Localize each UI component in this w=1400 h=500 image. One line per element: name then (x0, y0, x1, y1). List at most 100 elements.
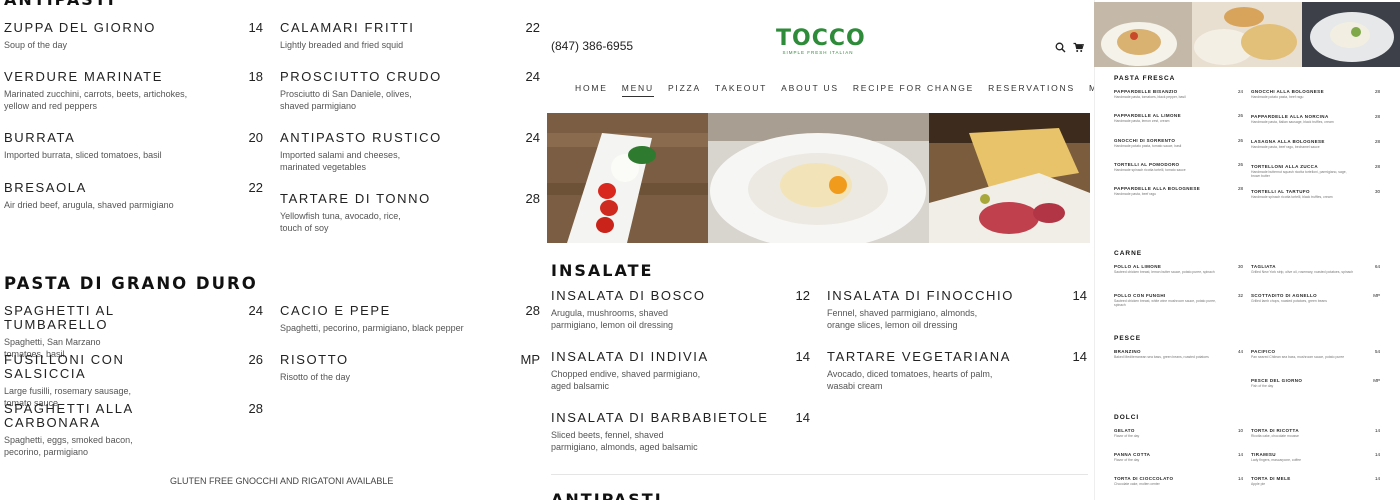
menu-item-name: PROSCIUTTO CRUDO (280, 69, 442, 84)
preview-item-description: Apple pie (1251, 482, 1266, 486)
menu-item[interactable]: ANTIPASTO RUSTICO Imported salami and che… (280, 130, 540, 173)
menu-item-name: CACIO E PEPE (280, 303, 391, 318)
preview-item-description: Handmade spinach ricotta tortelli, black… (1251, 195, 1333, 199)
menu-item-name: ZUPPA DEL GIORNO (4, 20, 157, 35)
preview-item-name: PANNA COTTA (1114, 452, 1151, 457)
preview-item-description: Grilled New York strip, olive oil, rosem… (1251, 270, 1354, 274)
menu-item-name: VERDURE MARINATE (4, 69, 163, 84)
preview-menu-item: TORTA DI CIOCCOLATO Chocolate cake, molte… (1114, 476, 1243, 486)
menu-item[interactable]: ZUPPA DEL GIORNO Soup of the day 14 (4, 20, 263, 51)
menu-item-price: 26 (248, 352, 263, 367)
preview-item-name: GNOCCHI DI SORRENTO (1114, 138, 1176, 143)
main-nav: HOME MENU PIZZA TAKEOUT ABOUT US RECIPE FOR C… (575, 78, 1146, 97)
preview-item-description: Handmade potato pasta, tomato sauce, bas… (1114, 144, 1182, 148)
menu-item-price: 28 (525, 191, 540, 206)
preview-item-name: TAGLIATA (1251, 264, 1276, 269)
menu-item[interactable]: INSALATA DI FINOCCHIO Fennel, shaved parm… (827, 288, 1087, 331)
menu-item-name: ANTIPASTO RUSTICO (280, 130, 442, 145)
menu-item-price: 14 (795, 410, 810, 425)
menu-item-price: 28 (248, 401, 263, 416)
preview-menu-item: TORTELLONI ALLA ZUCCA Handmade butternut … (1251, 164, 1380, 178)
menu-item[interactable]: INSALATA DI INDIVIA Chopped endive, shave… (551, 349, 810, 392)
menu-item-name: TARTARE DI TONNO (280, 191, 431, 206)
nav-about-us[interactable]: ABOUT US (781, 83, 839, 93)
menu-item-description: Prosciutto di San Daniele, olives, shave… (280, 89, 412, 111)
preview-item-description: Pan seared Chilean sea bass, mushroom sa… (1251, 355, 1345, 359)
menu-item[interactable]: INSALATA DI BOSCO Arugula, mushrooms, sha… (551, 288, 810, 331)
menu-item[interactable]: CALAMARI FRITTI Lightly breaded and fried… (280, 20, 540, 51)
preview-item-name: PAPPARDELLE ALLA NORCINA (1251, 114, 1329, 119)
preview-menu-item: PAPPARDELLE ALLA NORCINA Handmade pasta, … (1251, 114, 1380, 124)
preview-menu-item: GELATO Flavor of the day 10 (1114, 428, 1243, 438)
preview-item-price: 32 (1237, 293, 1243, 298)
nav-pizza[interactable]: PIZZA (668, 83, 701, 93)
preview-item-price: 64 (1374, 264, 1380, 269)
menu-item-description: Lightly breaded and fried squid (280, 40, 404, 50)
menu-item[interactable]: BURRATA Imported burrata, sliced tomatoes… (4, 130, 263, 161)
preview-item-name: BRANZINO (1114, 349, 1141, 354)
preview-item-price: 54 (1374, 349, 1380, 354)
menu-item-price: 28 (525, 303, 540, 318)
menu-item-description: Risotto of the day (280, 372, 351, 382)
menu-item-price: 24 (525, 130, 540, 145)
preview-item-name: POLLO AL LIMONE (1114, 264, 1162, 269)
preview-item-name: POLLO CON FUNGHI (1114, 293, 1166, 298)
menu-item[interactable]: CACIO E PEPE Spaghetti, pecorino, parmigi… (280, 303, 540, 334)
nav-recipe-for-change[interactable]: RECIPE FOR CHANGE (853, 83, 974, 93)
menu-item[interactable]: TARTARE VEGETARIANA Avocado, diced tomato… (827, 349, 1087, 392)
menu-item[interactable]: VERDURE MARINATE Marinated zucchini, carr… (4, 69, 263, 112)
pasta-photo (708, 113, 929, 243)
menu-preview-photos (1094, 2, 1400, 67)
logo[interactable]: TOCCO SIMPLE FRESH ITALIAN (776, 28, 865, 56)
menu-item[interactable]: RISOTTO Risotto of the day MP (280, 352, 540, 383)
menu-item-name: INSALATA DI BARBABIETOLE (551, 410, 769, 425)
preview-item-description: Grilled lamb chops, roasted potatoes, gr… (1251, 299, 1327, 303)
preview-item-name: PESCE DEL GIORNO (1251, 378, 1303, 383)
preview-item-description: Handmade pasta, beef ragu, bechamel sauc… (1251, 145, 1320, 149)
preview-item-price: 14 (1237, 476, 1243, 481)
preview-item-description: Handmade pasta, beef ragu (1114, 192, 1157, 196)
cart-icon[interactable] (1073, 40, 1085, 58)
preview-menu-item: GNOCCHI DI SORRENTO Handmade potato pasta… (1114, 138, 1243, 148)
menu-item-price: 14 (1072, 349, 1087, 364)
menu-item-price: 22 (525, 20, 540, 35)
nav-reservations[interactable]: RESERVATIONS (988, 83, 1075, 93)
nav-home[interactable]: HOME (575, 83, 608, 93)
menu-item-description: Sliced beets, fennel, shaved parmigiano,… (551, 430, 698, 452)
preview-item-name: PAPPARDELLE BISANZIO (1114, 89, 1178, 94)
preview-item-name: PAPPARDELLE AL LIMONE (1114, 113, 1181, 118)
preview-menu-item: PANNA COTTA Flavor of the day 14 (1114, 452, 1243, 462)
menu-item[interactable]: BRESAOLA Air dried beef, arugula, shaved … (4, 180, 263, 211)
preview-item-price: 28 (1374, 164, 1380, 169)
preview-item-price: 30 (1237, 264, 1243, 269)
caprese-photo (547, 113, 708, 243)
preview-item-price: 30 (1374, 189, 1380, 194)
menu-item[interactable]: INSALATA DI BARBABIETOLE Sliced beets, fe… (551, 410, 810, 453)
preview-menu-item: SCOTTADITO DI AGNELLO Grilled lamb chops,… (1251, 293, 1380, 303)
preview-item-description: Fish of the day (1251, 384, 1274, 388)
menu-item-price: 24 (525, 69, 540, 84)
preview-item-description: Handmade pasta, tomatoes, black pepper, … (1114, 95, 1186, 99)
preview-item-price: 26 (1237, 138, 1243, 143)
preview-item-price: 14 (1374, 476, 1380, 481)
phone-number[interactable]: (847) 386-6955 (551, 39, 633, 53)
menu-item-description: Fennel, shaved parmigiano, almonds, oran… (827, 308, 978, 330)
nav-menu[interactable]: MENU (621, 83, 654, 97)
section-title-pasta-fresca: PASTA FRESCA (1114, 75, 1176, 82)
preview-menu-item: PAPPARDELLE BISANZIO Handmade pasta, toma… (1114, 89, 1243, 99)
preview-menu-item: TIRAMISU Lady fingers, mascarpone, coffee… (1251, 452, 1380, 462)
preview-item-description: Baked Mediterranean sea bass, green bean… (1114, 355, 1209, 359)
section-title-pasta: PASTA DI GRANO DURO (4, 274, 258, 293)
search-icon[interactable] (1055, 40, 1066, 58)
preview-item-description: Handmade pasta, lemon zest, cream (1114, 119, 1170, 123)
menu-item[interactable]: TARTARE DI TONNO Yellowfish tuna, avocado… (280, 191, 540, 234)
menu-item-name: CALAMARI FRITTI (280, 20, 415, 35)
menu-item[interactable]: PROSCIUTTO CRUDO Prosciutto di San Daniel… (280, 69, 540, 112)
menu-item-description: Spaghetti, pecorino, parmigiano, black p… (280, 323, 464, 333)
preview-item-price: 28 (1374, 114, 1380, 119)
menu-item[interactable]: SPAGHETTI ALLA CARBONARA Spaghetti, eggs,… (4, 401, 263, 458)
menu-item-price: 24 (248, 303, 263, 318)
menu-item-name: BURRATA (4, 130, 76, 145)
nav-takeout[interactable]: TAKEOUT (715, 83, 767, 93)
preview-item-name: LASAGNA ALLA BOLOGNESE (1251, 139, 1325, 144)
